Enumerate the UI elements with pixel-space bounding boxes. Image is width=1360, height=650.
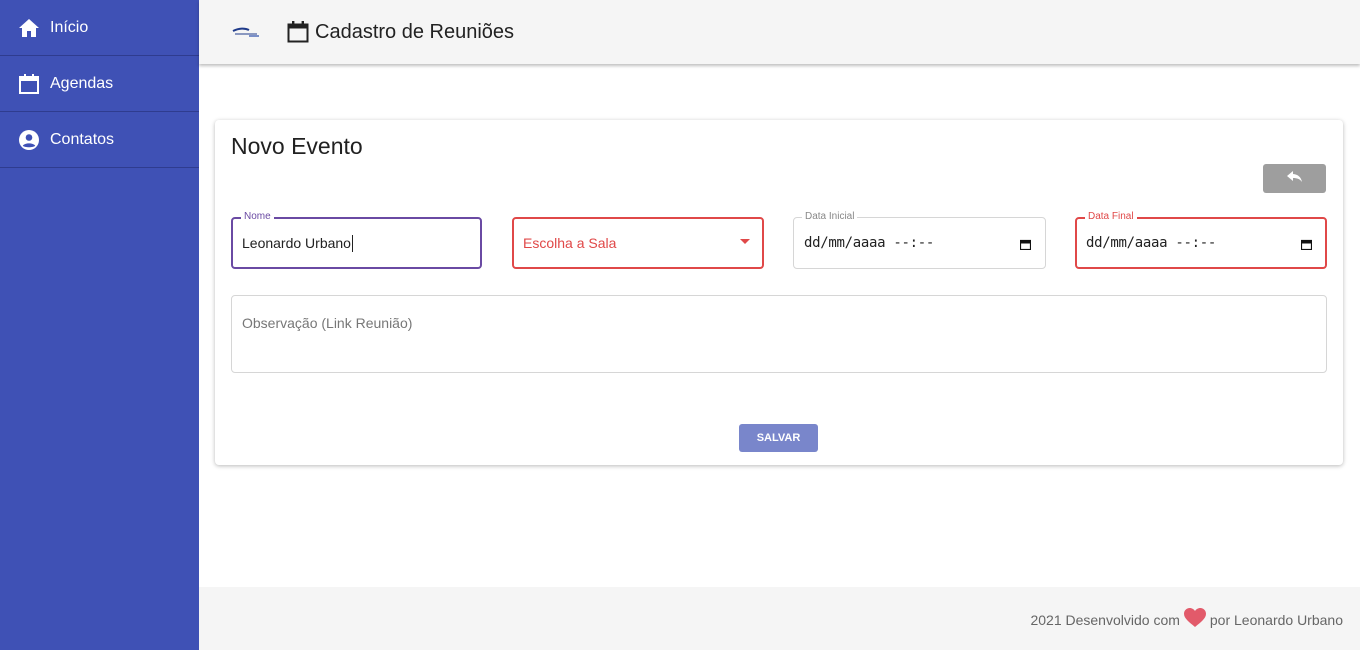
top-bar: Cadastro de Reuniões [199, 0, 1360, 64]
app-logo[interactable] [231, 25, 261, 39]
sala-select[interactable]: Escolha a Sala [512, 217, 764, 269]
footer-credit: 2021 Desenvolvido com por Leonardo Urban… [1030, 608, 1343, 631]
save-button[interactable]: SALVAR [739, 424, 818, 452]
sidebar-item-label: Agendas [50, 74, 114, 92]
nome-field[interactable]: Nome Leonardo Urbano [231, 211, 482, 269]
footer: 2021 Desenvolvido com por Leonardo Urban… [199, 587, 1360, 650]
event-form-card: Novo Evento Nome Leonardo Urbano Escolha… [215, 120, 1343, 465]
account-circle-icon [18, 129, 40, 151]
heart-icon [1183, 608, 1206, 631]
observacao-placeholder: Observação (Link Reunião) [242, 315, 413, 331]
sidebar-item-contatos[interactable]: Contatos [0, 112, 199, 168]
calendar-picker-icon[interactable] [1019, 237, 1032, 255]
data-final-field[interactable]: Data Final dd/mm/aaaa --:-- [1075, 211, 1327, 269]
data-inicial-input[interactable]: dd/mm/aaaa --:-- [804, 218, 934, 268]
observacao-textarea[interactable]: Observação (Link Reunião) [231, 295, 1327, 373]
data-inicial-field[interactable]: Data Inicial dd/mm/aaaa --:-- [793, 211, 1046, 269]
form-title: Novo Evento [231, 133, 363, 159]
back-button[interactable] [1263, 164, 1326, 193]
sidebar-item-label: Início [50, 18, 89, 36]
sala-placeholder: Escolha a Sala [523, 235, 617, 251]
sidebar: Início Agendas Contatos [0, 0, 199, 650]
sidebar-item-inicio[interactable]: Início [0, 0, 199, 56]
home-icon [18, 17, 40, 39]
data-final-input[interactable]: dd/mm/aaaa --:-- [1086, 218, 1216, 268]
reply-icon [1286, 170, 1303, 188]
nome-input[interactable]: Leonardo Urbano [242, 218, 353, 268]
page-title: Cadastro de Reuniões [315, 20, 515, 43]
dropdown-arrow-icon [740, 239, 750, 244]
footer-text-before: 2021 Desenvolvido com [1030, 611, 1180, 628]
footer-text-after: por Leonardo Urbano [1209, 611, 1343, 628]
sidebar-item-label: Contatos [50, 130, 115, 148]
text-caret [351, 234, 353, 252]
sidebar-item-agendas[interactable]: Agendas [0, 56, 199, 112]
calendar-icon [287, 21, 309, 43]
calendar-icon [18, 73, 40, 95]
calendar-picker-icon[interactable] [1300, 237, 1313, 255]
